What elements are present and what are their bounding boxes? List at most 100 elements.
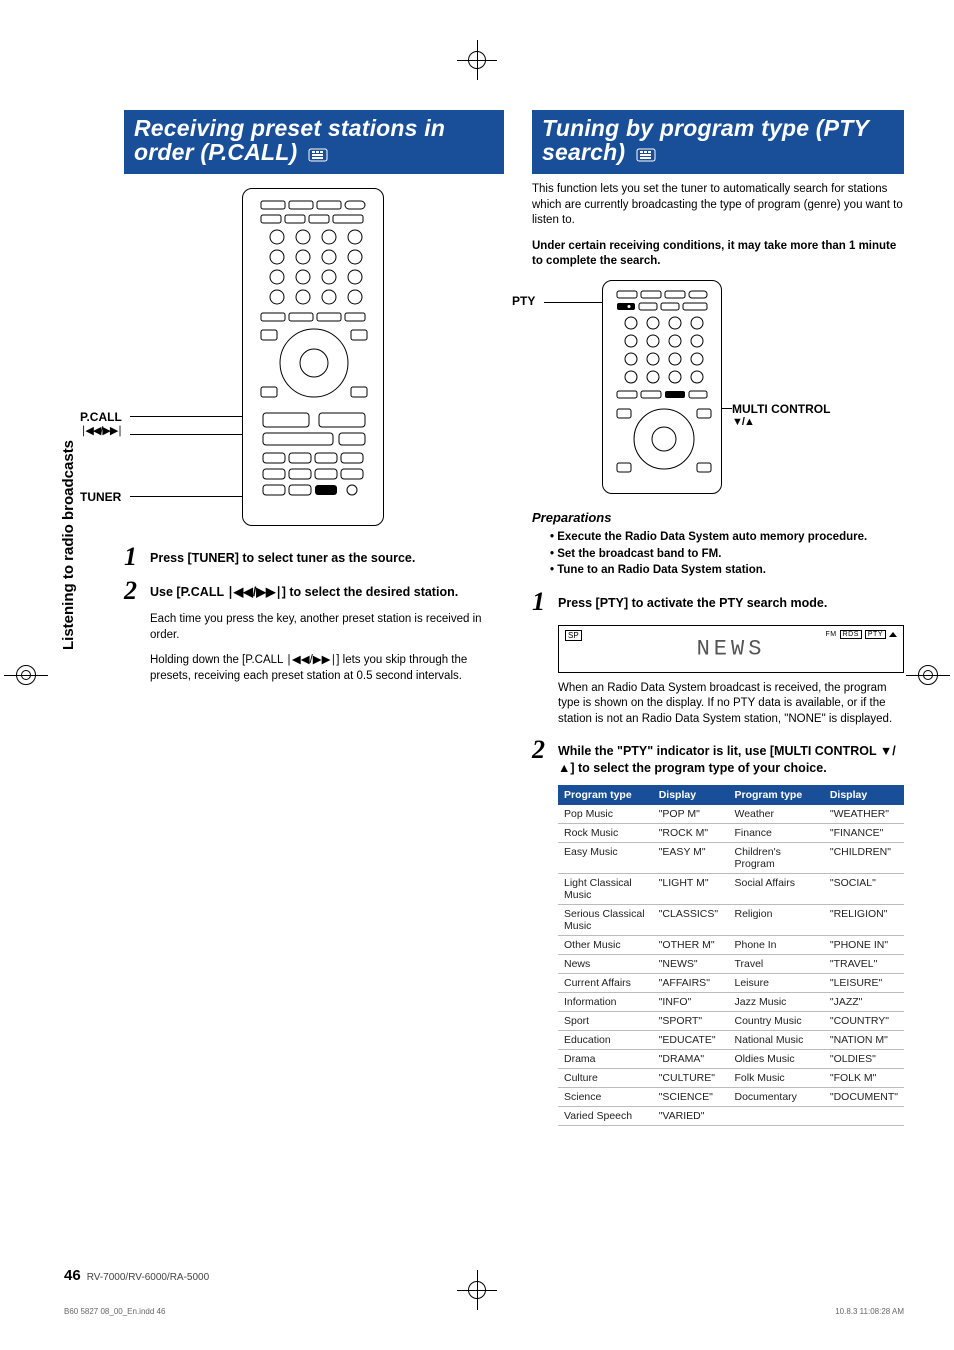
table-row: Light Classical Music"LIGHT M"Social Aff… [558,874,904,905]
table-cell: "EDUCATE" [653,1031,729,1050]
crop-mark-bottom [457,1270,497,1310]
table-cell: Oldies Music [728,1050,823,1069]
table-row: Information"INFO"Jazz Music"JAZZ" [558,993,904,1012]
section-title-pty: Tuning by program type (PTY search) [532,110,904,174]
table-cell: Travel [728,955,823,974]
remote-icon [636,142,656,166]
table-cell: Education [558,1031,653,1050]
table-cell: "CULTURE" [653,1069,729,1088]
table-cell: Social Affairs [728,874,823,905]
table-row: Current Affairs"AFFAIRS"Leisure"LEISURE" [558,974,904,993]
table-cell: "VARIED" [653,1107,729,1126]
table-cell: Pop Music [558,805,653,824]
table-cell: "EASY M" [653,843,729,874]
table-cell: Jazz Music [728,993,823,1012]
table-cell: Current Affairs [558,974,653,993]
table-cell: Easy Music [558,843,653,874]
table-cell: "OTHER M" [653,936,729,955]
table-row: Other Music"OTHER M"Phone In"PHONE IN" [558,936,904,955]
table-cell: "DOCUMENT" [824,1088,904,1107]
table-cell: Information [558,993,653,1012]
lcd-fm-indicator: FM [825,631,836,638]
remote-label-pty: PTY [512,294,535,308]
table-cell: Religion [728,905,823,936]
table-row: Pop Music"POP M"Weather"WEATHER" [558,805,904,824]
table-header: Display [824,785,904,805]
table-cell: "OLDIES" [824,1050,904,1069]
table-cell: "TRAVEL" [824,955,904,974]
step-number-2: 2 [532,737,550,777]
table-cell: "DRAMA" [653,1050,729,1069]
table-row: Education"EDUCATE"National Music"NATION … [558,1031,904,1050]
table-cell: Children's Program [728,843,823,874]
crop-mark-top [457,40,497,80]
table-cell: "FOLK M" [824,1069,904,1088]
triangle-up-icon [889,632,897,637]
table-cell: Leisure [728,974,823,993]
table-row: Culture"CULTURE"Folk Music"FOLK M" [558,1069,904,1088]
print-time: 10.8.3 11:08:28 AM [835,1307,904,1316]
step-1-heading: Press [PTY] to activate the PTY search m… [558,589,827,615]
table-row: Sport"SPORT"Country Music"COUNTRY" [558,1012,904,1031]
step-1-body: When an Radio Data System broadcast is r… [558,681,904,728]
remote-label-multi: MULTI CONTROL ▼/▲ [732,402,830,428]
step-2-heading: Use [P.CALL ∣◀◀/▶▶∣] to select the desir… [150,578,458,604]
remote-icon [308,142,328,166]
table-cell: "SOCIAL" [824,874,904,905]
table-cell: Finance [728,824,823,843]
lcd-rds-indicator: RDS [840,630,862,639]
table-cell: Varied Speech [558,1107,653,1126]
table-cell: Culture [558,1069,653,1088]
table-cell: Weather [728,805,823,824]
prep-item: Set the broadcast band to FM. [550,546,904,563]
table-cell: Drama [558,1050,653,1069]
registration-mark-right [910,657,946,693]
table-row: Rock Music"ROCK M"Finance"FINANCE" [558,824,904,843]
table-cell: "PHONE IN" [824,936,904,955]
up-down-icon: ▼/▲ [732,416,830,428]
lcd-segment-text: NEWS [697,636,766,661]
lcd-pty-indicator: PTY [865,630,886,639]
section-title-pcall: Receiving preset stations in order (P.CA… [124,110,504,174]
step-number-1: 1 [124,544,142,570]
table-header: Program type [728,785,823,805]
prev-next-icon: ∣◀◀/▶▶∣ [80,424,122,437]
table-cell: "WEATHER" [824,805,904,824]
table-cell: "SCIENCE" [653,1088,729,1107]
model-numbers: RV-7000/RV-6000/RA-5000 [87,1272,210,1283]
table-cell: "COUNTRY" [824,1012,904,1031]
table-row: News"NEWS"Travel"TRAVEL" [558,955,904,974]
table-cell: Folk Music [728,1069,823,1088]
step-2-body-1: Each time you press the key, another pre… [150,612,504,643]
table-cell: "SPORT" [653,1012,729,1031]
remote-label-pcall: P.CALL ∣◀◀/▶▶∣ [80,410,122,437]
table-cell: "INFO" [653,993,729,1012]
table-cell: Science [558,1088,653,1107]
table-cell: "NATION M" [824,1031,904,1050]
table-cell: Sport [558,1012,653,1031]
table-cell: "RELIGION" [824,905,904,936]
table-cell: National Music [728,1031,823,1050]
preparations-heading: Preparations [532,510,904,525]
table-cell: "NEWS" [653,955,729,974]
lcd-display: SP NEWS FM RDS PTY [558,625,904,673]
lcd-sp-indicator: SP [565,630,582,641]
print-file: B60 5827 08_00_En.indd 46 [64,1307,165,1316]
table-cell: "LIGHT M" [653,874,729,905]
table-row: Easy Music"EASY M"Children's Program"CHI… [558,843,904,874]
table-cell: Serious Classical Music [558,905,653,936]
table-cell: "CLASSICS" [653,905,729,936]
remote-diagram [242,188,384,526]
table-row: Varied Speech"VARIED" [558,1107,904,1126]
remote-label-tuner: TUNER [80,490,121,504]
table-cell: "JAZZ" [824,993,904,1012]
table-cell: Other Music [558,936,653,955]
table-row: Serious Classical Music"CLASSICS"Religio… [558,905,904,936]
prep-item: Tune to an Radio Data System station. [550,562,904,579]
table-cell: "AFFAIRS" [653,974,729,993]
preparations-list: Execute the Radio Data System auto memor… [550,529,904,579]
table-cell: "POP M" [653,805,729,824]
table-cell: "LEISURE" [824,974,904,993]
table-header: Program type [558,785,653,805]
registration-mark-left [8,657,44,693]
